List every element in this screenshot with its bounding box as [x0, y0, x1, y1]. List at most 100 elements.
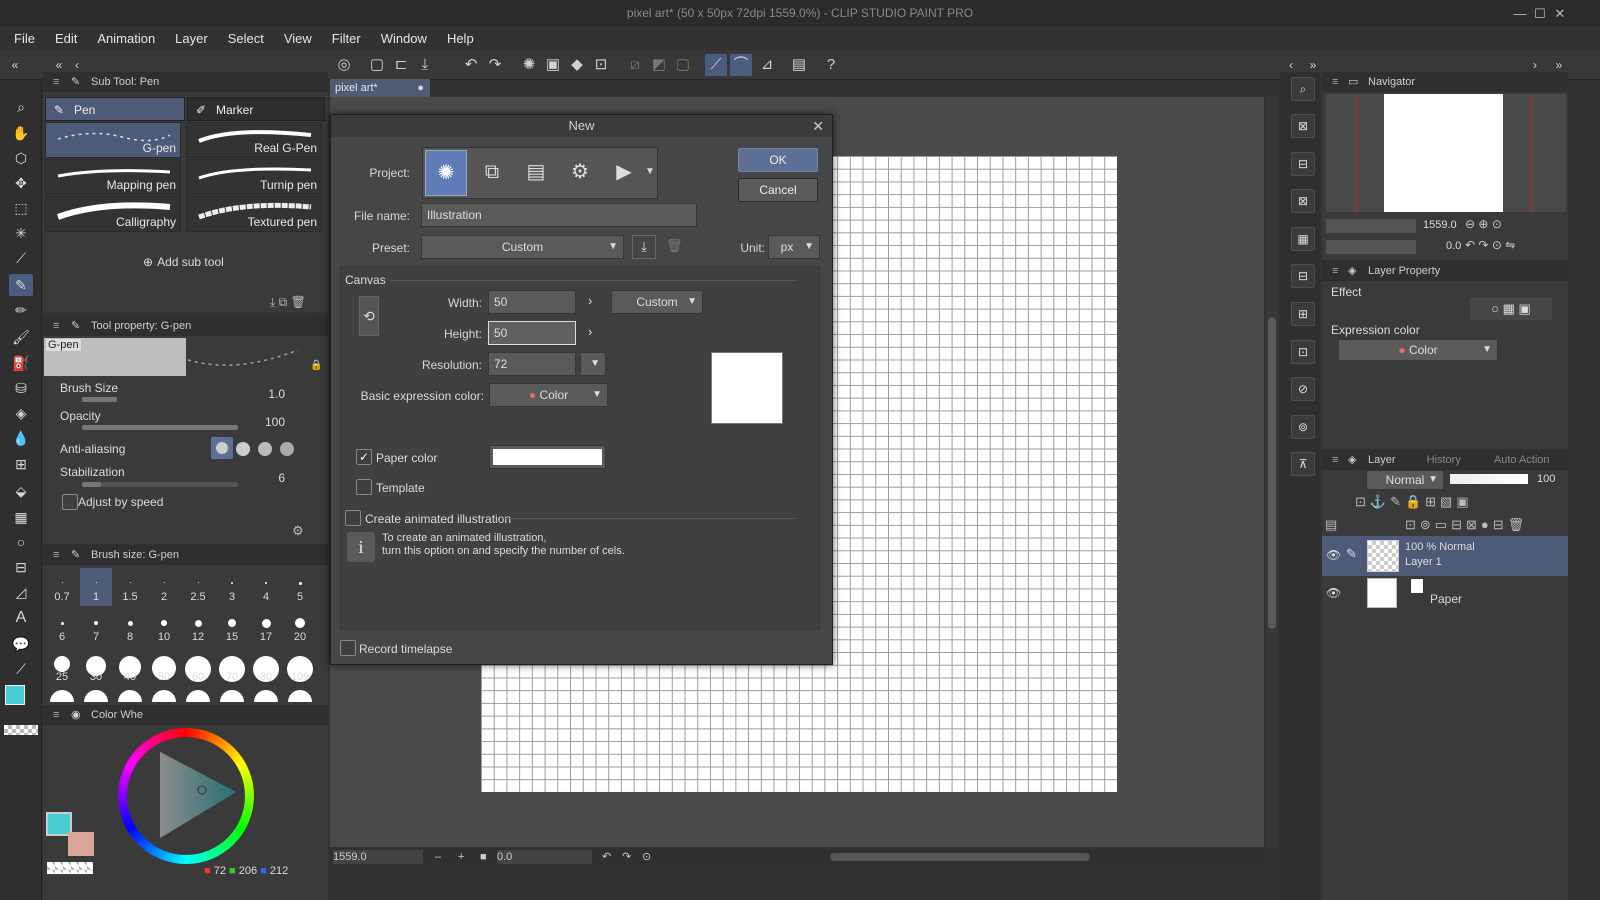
- snap-special-ruler-icon[interactable]: ⌒: [730, 54, 752, 76]
- fill-icon[interactable]: ◆: [566, 54, 588, 76]
- menu-layer[interactable]: Layer: [165, 27, 218, 50]
- brush-size-dot[interactable]: [197, 582, 199, 583]
- document-tab[interactable]: pixel art* ●: [330, 79, 430, 97]
- project-comic-icon[interactable]: ▤: [515, 150, 557, 196]
- status-zoom[interactable]: 1559.0: [333, 850, 423, 864]
- menu-icon-5[interactable]: ≡: [1332, 72, 1338, 92]
- search-icon[interactable]: ⌕: [1291, 77, 1315, 101]
- paper-color-checkbox[interactable]: ✓: [356, 449, 372, 465]
- antialias-medium[interactable]: [258, 442, 272, 456]
- project-dropdown-icon[interactable]: ▼: [645, 166, 655, 177]
- material-3-icon[interactable]: ⊠: [1291, 189, 1315, 213]
- brush-size-dot[interactable]: [161, 620, 167, 626]
- brush-size-value[interactable]: 1.0: [230, 387, 285, 401]
- menu-file[interactable]: File: [4, 27, 45, 50]
- menu-help[interactable]: Help: [437, 27, 484, 50]
- tool-settings-icon[interactable]: ⚙: [292, 523, 304, 539]
- brush-size-dot[interactable]: [194, 619, 202, 627]
- timelapse-checkbox[interactable]: [340, 640, 356, 656]
- minimize-button[interactable]: —: [1510, 0, 1530, 27]
- settings-icon[interactable]: ▤: [788, 54, 810, 76]
- animated-checkbox[interactable]: [345, 510, 361, 526]
- decoration-tool-icon[interactable]: ⛁: [9, 377, 33, 399]
- transform-icon[interactable]: ⊡: [590, 54, 612, 76]
- visibility-eye-icon-2[interactable]: 👁: [1326, 586, 1341, 600]
- opacity-value[interactable]: 100: [230, 415, 285, 429]
- project-comic-settings-icon[interactable]: ⚙: [559, 150, 601, 196]
- zoom-in-icon[interactable]: +: [458, 848, 464, 866]
- horizontal-scroll-thumb[interactable]: [830, 853, 1090, 861]
- reset-rotation-icon[interactable]: ⊙: [642, 848, 651, 866]
- import-icon[interactable]: ⤓: [270, 295, 275, 309]
- maximize-button[interactable]: ☐: [1530, 0, 1550, 27]
- invert-selection-icon[interactable]: ◩: [648, 54, 670, 76]
- snap-ruler-icon[interactable]: ⟋: [705, 54, 727, 76]
- brush-size-dot[interactable]: [231, 582, 233, 584]
- brush-size-dot[interactable]: [295, 618, 305, 628]
- main-color-swatch[interactable]: [5, 685, 25, 705]
- ruler-tool-icon[interactable]: ◿: [9, 581, 33, 603]
- height-arrow-icon[interactable]: ›: [588, 324, 592, 339]
- correct-line-tool-icon[interactable]: ⟋: [9, 658, 33, 680]
- dialog-close-icon[interactable]: ✕: [812, 115, 824, 137]
- antialias-weak[interactable]: [236, 442, 250, 456]
- transparent-chip[interactable]: [47, 862, 93, 874]
- preset-select[interactable]: Custom ▼: [421, 235, 624, 259]
- auto-select-icon[interactable]: ✳: [9, 222, 33, 244]
- menu-icon-3[interactable]: ≡: [53, 545, 59, 565]
- redo-icon[interactable]: ↷: [484, 54, 506, 76]
- file-name-input[interactable]: Illustration: [421, 203, 697, 227]
- save-icon[interactable]: ⤓: [414, 54, 436, 76]
- subtool-textured-pen[interactable]: Textured pen: [186, 196, 322, 232]
- subtool-g-pen[interactable]: G-pen: [45, 122, 181, 158]
- resolution-dropdown[interactable]: ▼: [580, 352, 606, 376]
- subtool-turnip-pen[interactable]: Turnip pen: [186, 159, 322, 195]
- clip-studio-icon[interactable]: ◎: [333, 54, 355, 76]
- balloon-tool-icon[interactable]: 💬: [9, 633, 33, 655]
- subtool-calligraphy[interactable]: Calligraphy: [45, 196, 181, 232]
- show-selection-icon[interactable]: ▢: [672, 54, 694, 76]
- menu-icon-4[interactable]: ≡: [53, 705, 59, 725]
- material-4-icon[interactable]: ▦: [1291, 227, 1315, 251]
- history-tab[interactable]: History: [1427, 454, 1461, 466]
- material-10-icon[interactable]: ⊼: [1291, 452, 1315, 476]
- layer-expr-select[interactable]: ● Color ▼: [1338, 339, 1498, 361]
- trash-icon[interactable]: 🗑: [291, 295, 306, 309]
- frame-tool-icon[interactable]: ⊟: [9, 556, 33, 578]
- swap-orientation-icon[interactable]: ⟲: [359, 296, 379, 336]
- expression-color-select[interactable]: ● Color ▼: [489, 383, 608, 407]
- nav-zoom-in-icon[interactable]: ⊕: [1478, 217, 1488, 231]
- menu-icon-7[interactable]: ≡: [1332, 450, 1338, 470]
- brush-tool-icon[interactable]: 🖌: [9, 326, 33, 348]
- brush-size-dot[interactable]: [60, 621, 64, 625]
- menu-filter[interactable]: Filter: [322, 27, 371, 50]
- deselect-icon[interactable]: ⧄: [624, 54, 646, 76]
- menu-edit[interactable]: Edit: [45, 27, 87, 50]
- ok-button[interactable]: OK: [738, 148, 818, 172]
- menu-select[interactable]: Select: [218, 27, 274, 50]
- subtool-real-g-pen[interactable]: Real G-Pen: [186, 122, 322, 158]
- zoom-tool-icon[interactable]: ⌕: [9, 96, 33, 118]
- height-input[interactable]: 50: [488, 321, 576, 345]
- visibility-eye-icon[interactable]: 👁: [1326, 548, 1341, 562]
- transparent-color-swatch[interactable]: [4, 725, 38, 735]
- material-2-icon[interactable]: ⊟: [1291, 152, 1315, 176]
- brush-size-dot[interactable]: [95, 582, 97, 583]
- figure-tool-icon[interactable]: ⊞: [9, 453, 33, 475]
- adjust-by-speed-checkbox[interactable]: [62, 494, 78, 510]
- selection-tool-icon[interactable]: ⬚: [9, 197, 33, 219]
- effect-buttons[interactable]: ○ ▦ ▣: [1470, 298, 1552, 320]
- menu-icon[interactable]: ≡: [53, 72, 59, 92]
- text-tool-icon[interactable]: A: [9, 607, 33, 629]
- antialias-strong[interactable]: [280, 442, 294, 456]
- group-tab-marker[interactable]: ✐ Marker: [187, 97, 325, 121]
- delete-preset-icon[interactable]: 🗑: [666, 238, 683, 254]
- hand-tool-icon[interactable]: ✋: [9, 122, 33, 144]
- fit-icon[interactable]: ■: [480, 848, 487, 866]
- vertical-scroll-thumb[interactable]: [1268, 317, 1276, 629]
- brush-size-dot[interactable]: [127, 620, 133, 626]
- stabilization-value[interactable]: 6: [230, 471, 285, 485]
- move-tool-icon[interactable]: ✥: [9, 172, 33, 194]
- material-5-icon[interactable]: ⊟: [1291, 264, 1315, 288]
- template-checkbox[interactable]: [356, 479, 372, 495]
